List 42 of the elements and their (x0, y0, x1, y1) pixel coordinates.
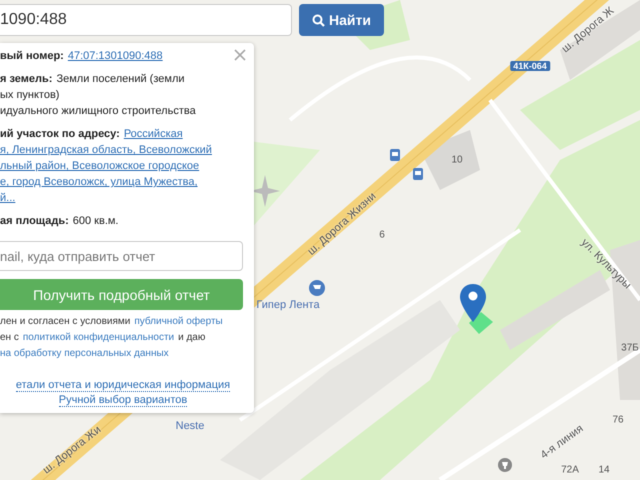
field-link[interactable]: 47:07:1301090:488 (68, 49, 163, 64)
field-value: идуального жилищного строительства (0, 104, 196, 119)
consent-link[interactable]: на обработку персональных данных (0, 346, 169, 361)
search-icon (312, 14, 325, 26)
house-number: 10 (451, 154, 463, 166)
info-link[interactable]: етали отчета и юридическая информация (16, 379, 230, 392)
consent-text: и даю (178, 331, 206, 345)
house-number: 37Б (621, 342, 639, 354)
field-value: ых пунктов) (0, 88, 60, 103)
consent-text: лен и согласен с условиями (0, 315, 130, 329)
field-link[interactable]: Российская (124, 127, 183, 142)
field-link[interactable]: е, город Всеволожск, улица Мужества, (0, 175, 198, 190)
road-number-badge: 41К-064 (510, 61, 550, 71)
field-label: я земель: (0, 72, 52, 87)
consent-link[interactable]: публичной оферты (134, 314, 223, 329)
house-number: 72А (561, 464, 579, 476)
place-label: Neste (176, 420, 204, 432)
field-link[interactable]: льный район, Всеволожское городское (0, 159, 200, 174)
house-number: 6 (379, 230, 385, 240)
search-button[interactable]: Найти (299, 4, 384, 36)
info-link[interactable]: Ручной выбор вариантов (58, 394, 188, 407)
house-number: 14 (598, 464, 610, 476)
report-button[interactable]: Получить подробный отчет (0, 279, 243, 310)
land-plot-marker (469, 312, 493, 334)
bus-stop-icon (390, 149, 400, 161)
field-label: ий участок по адресу: (0, 127, 120, 142)
field-label: вый номер: (0, 49, 64, 64)
consent-text: ен с (0, 331, 19, 345)
place-label: Гипер Лента (256, 299, 320, 311)
location-pin-icon[interactable] (460, 284, 486, 322)
search-field[interactable]: 1090:488 (0, 4, 292, 36)
trophy-icon (498, 458, 512, 472)
bus-stop-icon (413, 168, 423, 180)
email-field[interactable]: nail, куда отправить отчет (0, 241, 243, 271)
field-value: 600 кв.м. (72, 214, 118, 229)
close-icon (232, 47, 248, 63)
field-value: Земли поселений (земли (56, 72, 185, 87)
field-label: ая площадь: (0, 214, 69, 229)
house-number: 76 (612, 414, 624, 426)
consent-link[interactable]: политикой конфиденциальности (22, 330, 174, 345)
field-link[interactable]: й... (0, 191, 16, 206)
field-link[interactable]: я, Ленинградская область, Всеволожский (0, 143, 212, 158)
